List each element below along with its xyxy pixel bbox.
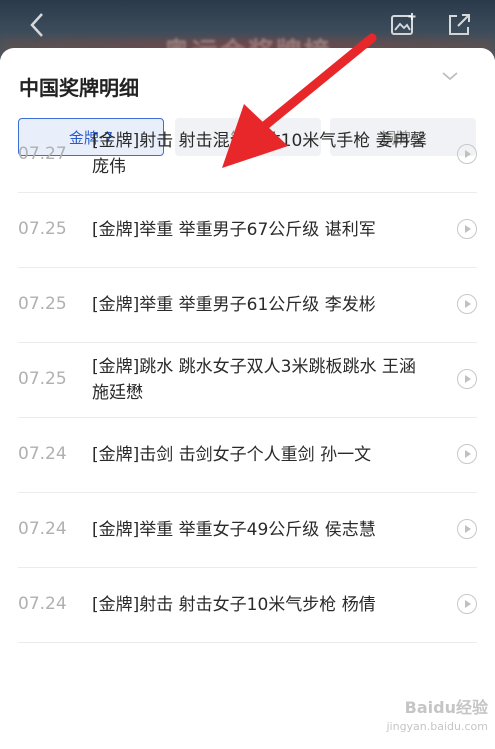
image-save-icon[interactable]	[386, 8, 420, 42]
medal-description: [金牌]射击 射击混合团体10米气手枪 姜冉馨 庞伟	[92, 131, 444, 177]
list-item[interactable]: 07.24 [金牌]射击 射击女子10米气步枪 杨倩	[18, 568, 477, 643]
chevron-down-icon[interactable]	[440, 68, 460, 82]
medal-date: 07.24	[18, 444, 67, 464]
watermark: Baidu经验 jingyan.baidu.com	[368, 694, 488, 744]
play-icon[interactable]	[457, 144, 477, 164]
back-icon[interactable]	[20, 8, 54, 42]
medal-description: [金牌]举重 举重女子49公斤级 侯志慧	[92, 520, 376, 540]
medal-date: 07.24	[18, 519, 67, 539]
list-item[interactable]: 07.25 [金牌]举重 举重男子61公斤级 李发彬	[18, 268, 477, 343]
list-item[interactable]: 07.27 [金牌]射击 射击混合团体10米气手枪 姜冉馨 庞伟	[18, 118, 477, 193]
medal-description: [金牌]举重 举重男子67公斤级 谌利军	[92, 220, 376, 240]
medal-date: 07.24	[18, 594, 67, 614]
medal-description: [金牌]击剑 击剑女子个人重剑 孙一文	[92, 445, 372, 465]
play-icon[interactable]	[457, 519, 477, 539]
medal-date: 07.25	[18, 294, 67, 314]
play-icon[interactable]	[457, 294, 477, 314]
medal-description: [金牌]举重 举重男子61公斤级 李发彬	[92, 295, 376, 315]
medal-date: 07.27	[18, 144, 67, 164]
medal-date: 07.25	[18, 219, 67, 239]
list-item[interactable]: 07.25 [金牌]举重 举重男子67公斤级 谌利军	[18, 193, 477, 268]
play-icon[interactable]	[457, 444, 477, 464]
play-icon[interactable]	[457, 594, 477, 614]
watermark-url: jingyan.baidu.com	[386, 720, 488, 733]
watermark-brand: Baidu经验	[404, 698, 488, 717]
medal-list: 07.27 [金牌]射击 射击混合团体10米气手枪 姜冉馨 庞伟 07.25 […	[0, 118, 495, 643]
play-icon[interactable]	[457, 219, 477, 239]
list-item[interactable]: 07.25 [金牌]跳水 跳水女子双人3米跳板跳水 王涵 施廷懋	[18, 343, 477, 418]
medal-date: 07.25	[18, 369, 67, 389]
list-item[interactable]: 07.24 [金牌]击剑 击剑女子个人重剑 孙一文	[18, 418, 477, 493]
sheet-title: 中国奖牌明细	[19, 76, 139, 100]
medal-description: [金牌]射击 射击女子10米气步枪 杨倩	[92, 595, 376, 615]
play-icon[interactable]	[457, 369, 477, 389]
list-item[interactable]: 07.24 [金牌]举重 举重女子49公斤级 侯志慧	[18, 493, 477, 568]
medal-description: [金牌]跳水 跳水女子双人3米跳板跳水 王涵 施廷懋	[92, 357, 416, 403]
share-icon[interactable]	[442, 8, 476, 42]
